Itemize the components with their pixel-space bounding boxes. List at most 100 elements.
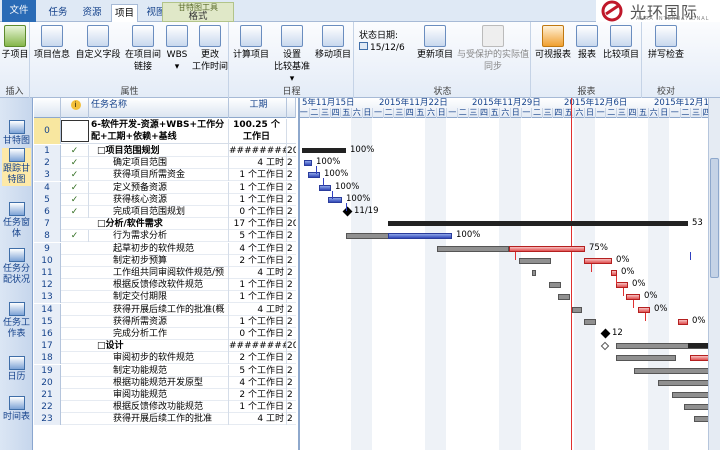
duration-cell[interactable]: 1 个工作日 bbox=[229, 315, 287, 328]
tab-project[interactable]: 项目 bbox=[111, 4, 138, 22]
duration-cell[interactable]: 17 个工作日 bbox=[229, 218, 287, 231]
task-name-cell[interactable]: 起草初步的软件规范 bbox=[89, 242, 229, 255]
table-row[interactable]: 3 ✓ 获得项目所需资金 1 个工作日 2 bbox=[34, 169, 296, 182]
task-name-cell[interactable]: 审阅功能规范 bbox=[89, 389, 229, 401]
start-cell[interactable]: 2 bbox=[287, 365, 296, 377]
table-row[interactable]: 2 ✓ 确定项目范围 4 工时 2 bbox=[34, 157, 296, 170]
task-name-cell[interactable]: 获得开展后续工作的批准 bbox=[89, 413, 229, 426]
custom-fields-button[interactable]: 自定义字段 bbox=[73, 25, 123, 61]
start-cell[interactable]: 2 bbox=[287, 206, 296, 218]
start-cell[interactable]: 2 bbox=[287, 401, 296, 413]
gantt-bar[interactable] bbox=[549, 282, 561, 289]
task-name-cell[interactable]: □项目范围规划 bbox=[89, 145, 229, 157]
table-row[interactable]: 7 □分析/软件需求 17 个工作日 20 bbox=[34, 218, 296, 231]
task-name-cell[interactable]: 定义预备资源 bbox=[89, 181, 229, 194]
table-row[interactable]: 11 工作组共同审阅软件规范/预 4 工时 2 bbox=[34, 267, 296, 279]
gantt-bar[interactable] bbox=[694, 416, 708, 423]
nav-timeline[interactable]: 时间表 bbox=[2, 396, 31, 423]
table-row[interactable]: 18 审阅初步的软件规范 2 个工作日 2 bbox=[34, 352, 296, 365]
duration-cell[interactable]: 1 个工作日 bbox=[229, 401, 287, 414]
table-row[interactable]: 4 ✓ 定义预备资源 1 个工作日 2 bbox=[34, 181, 296, 194]
scrollbar-thumb[interactable] bbox=[710, 158, 719, 278]
task-name-cell[interactable]: 根据反馈修改功能规范 bbox=[89, 401, 229, 414]
duration-cell[interactable]: 4 工时 bbox=[229, 267, 287, 279]
header-task-name[interactable]: 任务名称 bbox=[89, 98, 229, 118]
gantt-bar[interactable] bbox=[634, 367, 708, 374]
table-row[interactable]: 16 完成分析工作 0 个工作日 2 bbox=[34, 328, 296, 340]
table-row[interactable]: 9 起草初步的软件规范 4 个工作日 2 bbox=[34, 242, 296, 255]
start-cell[interactable]: 20 bbox=[287, 145, 296, 157]
start-cell[interactable]: 2 bbox=[287, 243, 296, 255]
task-name-cell[interactable]: 获得项目所需资金 bbox=[89, 169, 229, 182]
table-row[interactable]: 13 制定交付期限 1 个工作日 2 bbox=[34, 291, 296, 304]
header-duration[interactable]: 工期 bbox=[229, 98, 287, 118]
reports-button[interactable]: 报表 bbox=[574, 25, 600, 61]
table-row[interactable]: 6 ✓ 完成项目范围规划 0 个工作日 2 bbox=[34, 206, 296, 218]
table-row[interactable]: 5 ✓ 获得核心资源 1 个工作日 2 bbox=[34, 193, 296, 206]
duration-cell[interactable]: 1 个工作日 bbox=[229, 181, 287, 194]
task-name-cell[interactable]: 获得所需资源 bbox=[89, 315, 229, 328]
duration-cell[interactable]: 2 个工作日 bbox=[229, 254, 287, 267]
header-select-all[interactable] bbox=[34, 98, 61, 118]
gantt-bar[interactable] bbox=[304, 160, 312, 167]
project-summary-row[interactable]: 0 6-软件开发-资源+WBS+工作分配+工期+依赖+基线 100.25 个工作… bbox=[34, 118, 296, 145]
tab-file[interactable]: 文件 bbox=[2, 0, 36, 22]
gantt-bar[interactable] bbox=[388, 221, 688, 227]
tab-resource[interactable]: 资源 bbox=[78, 4, 106, 22]
status-date-field[interactable]: 15/12/6 bbox=[359, 42, 411, 53]
table-row[interactable]: 1✓□项目范围规划##########20 bbox=[34, 145, 296, 157]
start-cell[interactable]: 2 bbox=[287, 169, 296, 181]
start-cell[interactable]: 2 bbox=[287, 267, 296, 279]
start-cell[interactable]: 2 bbox=[287, 255, 296, 267]
start-cell[interactable]: 2 bbox=[287, 352, 296, 364]
gantt-bar[interactable] bbox=[437, 245, 509, 252]
table-row[interactable]: 23 获得开展后续工作的批准 4 工时 2 bbox=[34, 413, 296, 426]
start-cell[interactable]: 2 bbox=[287, 230, 296, 242]
gantt-bar[interactable] bbox=[658, 379, 708, 386]
table-row[interactable]: 21 审阅功能规范 2 个工作日 2 bbox=[34, 389, 296, 401]
start-cell[interactable]: 2 bbox=[287, 316, 296, 328]
gantt-bar[interactable] bbox=[672, 392, 708, 398]
start-cell[interactable]: 2 bbox=[287, 291, 296, 303]
table-row[interactable]: 8 ✓ 行为需求分析 5 个工作日 2 bbox=[34, 230, 296, 243]
task-name-cell[interactable]: 行为需求分析 bbox=[89, 230, 229, 243]
gantt-bar[interactable] bbox=[388, 233, 452, 240]
duration-cell[interactable]: 0 个工作日 bbox=[229, 206, 287, 218]
gantt-bar[interactable] bbox=[616, 355, 676, 362]
wbs-button[interactable]: WBS ▾ bbox=[163, 25, 191, 73]
update-project-button[interactable]: 更新项目 bbox=[415, 25, 455, 61]
gantt-bar[interactable] bbox=[532, 270, 536, 276]
gantt-bar[interactable] bbox=[572, 306, 582, 313]
gantt-bar[interactable] bbox=[678, 318, 688, 325]
duration-cell[interactable]: 1 个工作日 bbox=[229, 193, 287, 206]
duration-cell[interactable]: 1 个工作日 bbox=[229, 291, 287, 304]
table-row[interactable]: 15 获得所需资源 1 个工作日 2 bbox=[34, 315, 296, 328]
duration-cell[interactable]: ########## bbox=[229, 145, 287, 157]
task-name-cell[interactable]: □设计 bbox=[89, 340, 229, 353]
start-cell[interactable]: 2 bbox=[287, 279, 296, 291]
sync-protected-actuals-button[interactable]: 与受保护的实际值 同步 bbox=[455, 25, 531, 73]
gantt-bar[interactable] bbox=[519, 257, 551, 264]
duration-cell[interactable]: 0 个工作日 bbox=[229, 328, 287, 340]
gantt-bar[interactable] bbox=[509, 245, 585, 252]
tab-task[interactable]: 任务 bbox=[44, 4, 72, 22]
task-name-cell[interactable]: 确定项目范围 bbox=[89, 157, 229, 170]
gantt-bar[interactable] bbox=[302, 148, 346, 153]
links-between-projects-button[interactable]: 在项目间 链接 bbox=[123, 25, 163, 73]
task-name-cell[interactable]: 完成项目范围规划 bbox=[89, 206, 229, 218]
table-row[interactable]: 12 根据反馈修改软件规范 1 个工作日 2 bbox=[34, 279, 296, 292]
milestone-diamond[interactable] bbox=[600, 328, 611, 339]
gantt-bar[interactable] bbox=[684, 404, 708, 411]
task-name-cell[interactable]: 根据反馈修改软件规范 bbox=[89, 279, 229, 292]
vertical-scrollbar[interactable] bbox=[708, 98, 720, 450]
header-start[interactable] bbox=[287, 98, 296, 118]
table-row[interactable]: 19 制定功能规范 5 个工作日 2 bbox=[34, 364, 296, 377]
calculate-project-button[interactable]: 计算项目 bbox=[232, 25, 270, 61]
task-name-cell[interactable]: 工作组共同审阅软件规范/预 bbox=[89, 267, 229, 279]
nav-calendar[interactable]: 日历 bbox=[2, 356, 31, 383]
start-cell[interactable]: 2 bbox=[287, 304, 296, 316]
visual-reports-button[interactable]: 可视报表 bbox=[534, 25, 572, 61]
gantt-chart[interactable]: 5年11月15日 2015年11月22日 2015年11月29日 2015年12月6日… bbox=[298, 98, 708, 450]
table-row[interactable]: 14 获得开展后续工作的批准(概 4 工时 2 bbox=[34, 303, 296, 316]
task-name-cell[interactable]: 审阅初步的软件规范 bbox=[89, 352, 229, 365]
